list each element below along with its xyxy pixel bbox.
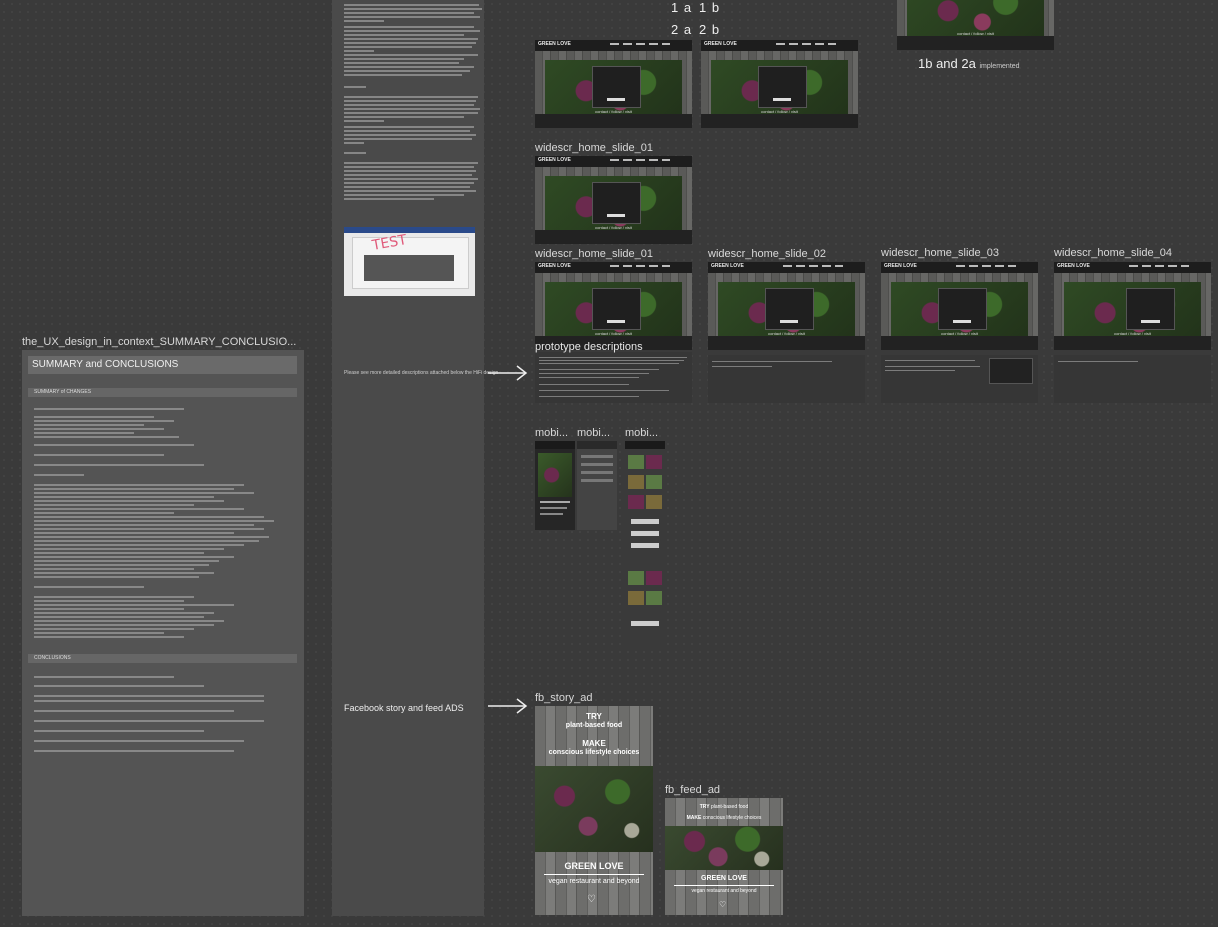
variant-2a-screenshot[interactable]: GREEN LOVE contact / follow / visit [535, 40, 692, 128]
facebook-caption: Facebook story and feed ADS [344, 703, 464, 713]
ad-brand-text: GREEN LOVE [564, 861, 624, 871]
ad-make-text: MAKE [582, 739, 606, 748]
site-logo: GREEN LOVE [1057, 263, 1090, 269]
summary-header: SUMMARY and CONCLUSIONS [28, 356, 297, 374]
mobile2-label[interactable]: mobi... [577, 427, 617, 439]
variant-label-2b: 2 b [699, 22, 721, 37]
slide01b-label[interactable]: widescr_home_slide_01 [535, 248, 653, 260]
mobile2-screenshot[interactable] [577, 441, 617, 530]
slide01-screenshot[interactable]: GREEN LOVE contact / follow / visit [535, 156, 692, 244]
implemented-label: 1b and 2a implemented [918, 56, 1020, 71]
mobile3-screenshot[interactable] [625, 441, 665, 650]
slide01-label[interactable]: widescr_home_slide_01 [535, 142, 653, 154]
slide03-screenshot[interactable]: GREEN LOVE contact / follow / visit [881, 262, 1038, 350]
test-screenshot[interactable]: TEST [344, 227, 475, 296]
implemented-screenshot[interactable]: contact / follow / visit [897, 0, 1054, 50]
ad-try-text: TRY [699, 804, 710, 810]
summary-section-changes: SUMMARY of CHANGES [28, 388, 297, 397]
ad-make-text: MAKE [686, 815, 702, 821]
ad-tagline-text: vegan restaurant and beyond [691, 888, 757, 894]
summary-frame[interactable]: SUMMARY and CONCLUSIONS SUMMARY of CHANG… [22, 350, 304, 916]
slide04-screenshot[interactable]: GREEN LOVE contact / follow / visit [1054, 262, 1211, 350]
arrow-right-icon [488, 698, 528, 714]
prototype-description-2[interactable] [708, 355, 865, 403]
mobile1-screenshot[interactable] [535, 441, 575, 530]
slide02-screenshot[interactable]: GREEN LOVE contact / follow / visit [708, 262, 865, 350]
fb-story-ad[interactable]: TRY plant-based food MAKE conscious life… [535, 706, 653, 915]
fb-feed-label[interactable]: fb_feed_ad [665, 784, 720, 796]
fb-story-label[interactable]: fb_story_ad [535, 692, 592, 704]
site-logo: GREEN LOVE [884, 263, 917, 269]
ad-conscious-text: conscious lifestyle choices [548, 749, 640, 756]
implemented-main-label: 1b and 2a [918, 56, 976, 71]
prototype-description-3[interactable] [881, 355, 1038, 403]
site-logo: GREEN LOVE [538, 157, 571, 163]
slide03-label[interactable]: widescr_home_slide_03 [881, 247, 999, 259]
notes-frame[interactable]: TEST Please see more detailed descriptio… [332, 0, 498, 916]
site-logo: GREEN LOVE [711, 263, 744, 269]
variant-label-1b: 1 b [699, 0, 721, 15]
ad-plant-based-text: plant-based food [710, 804, 749, 810]
mobile3-label[interactable]: mobi... [625, 427, 665, 439]
prototype-description-4[interactable] [1054, 355, 1211, 403]
ad-conscious-text: conscious lifestyle choices [702, 815, 762, 821]
prototype-descriptions-label[interactable]: prototype descriptions [535, 341, 643, 353]
slide01b-screenshot[interactable]: GREEN LOVE contact / follow / visit [535, 262, 692, 350]
implemented-sub-label: implemented [979, 63, 1020, 70]
slide02-label[interactable]: widescr_home_slide_02 [708, 248, 826, 260]
summary-section-conclusions: CONCLUSIONS [28, 654, 297, 663]
slide04-label[interactable]: widescr_home_slide_04 [1054, 247, 1172, 259]
ad-plant-based-text: plant-based food [565, 722, 623, 729]
mobile1-label[interactable]: mobi... [535, 427, 575, 439]
variant-label-1a: 1 a [671, 0, 693, 15]
variant-label-2a: 2 a [671, 22, 693, 37]
prototype-caption: Please see more detailed descriptions at… [344, 370, 499, 376]
ad-brand-text: GREEN LOVE [701, 875, 747, 882]
heart-icon: ♡ [719, 900, 727, 909]
ad-try-text: TRY [586, 712, 602, 721]
arrow-right-icon [488, 365, 528, 381]
site-logo: GREEN LOVE [538, 41, 571, 47]
ad-tagline-text: vegan restaurant and beyond [548, 878, 640, 885]
fb-feed-ad[interactable]: TRY plant-based food MAKE conscious life… [665, 798, 783, 915]
heart-icon: ♡ [587, 894, 596, 905]
variant-2b-screenshot[interactable]: GREEN LOVE contact / follow / visit [701, 40, 858, 128]
summary-frame-label[interactable]: the_UX_design_in_context_SUMMARY_CONCLUS… [22, 336, 304, 348]
site-logo: GREEN LOVE [704, 41, 737, 47]
prototype-description-1[interactable] [535, 352, 692, 403]
site-logo: GREEN LOVE [538, 263, 571, 269]
